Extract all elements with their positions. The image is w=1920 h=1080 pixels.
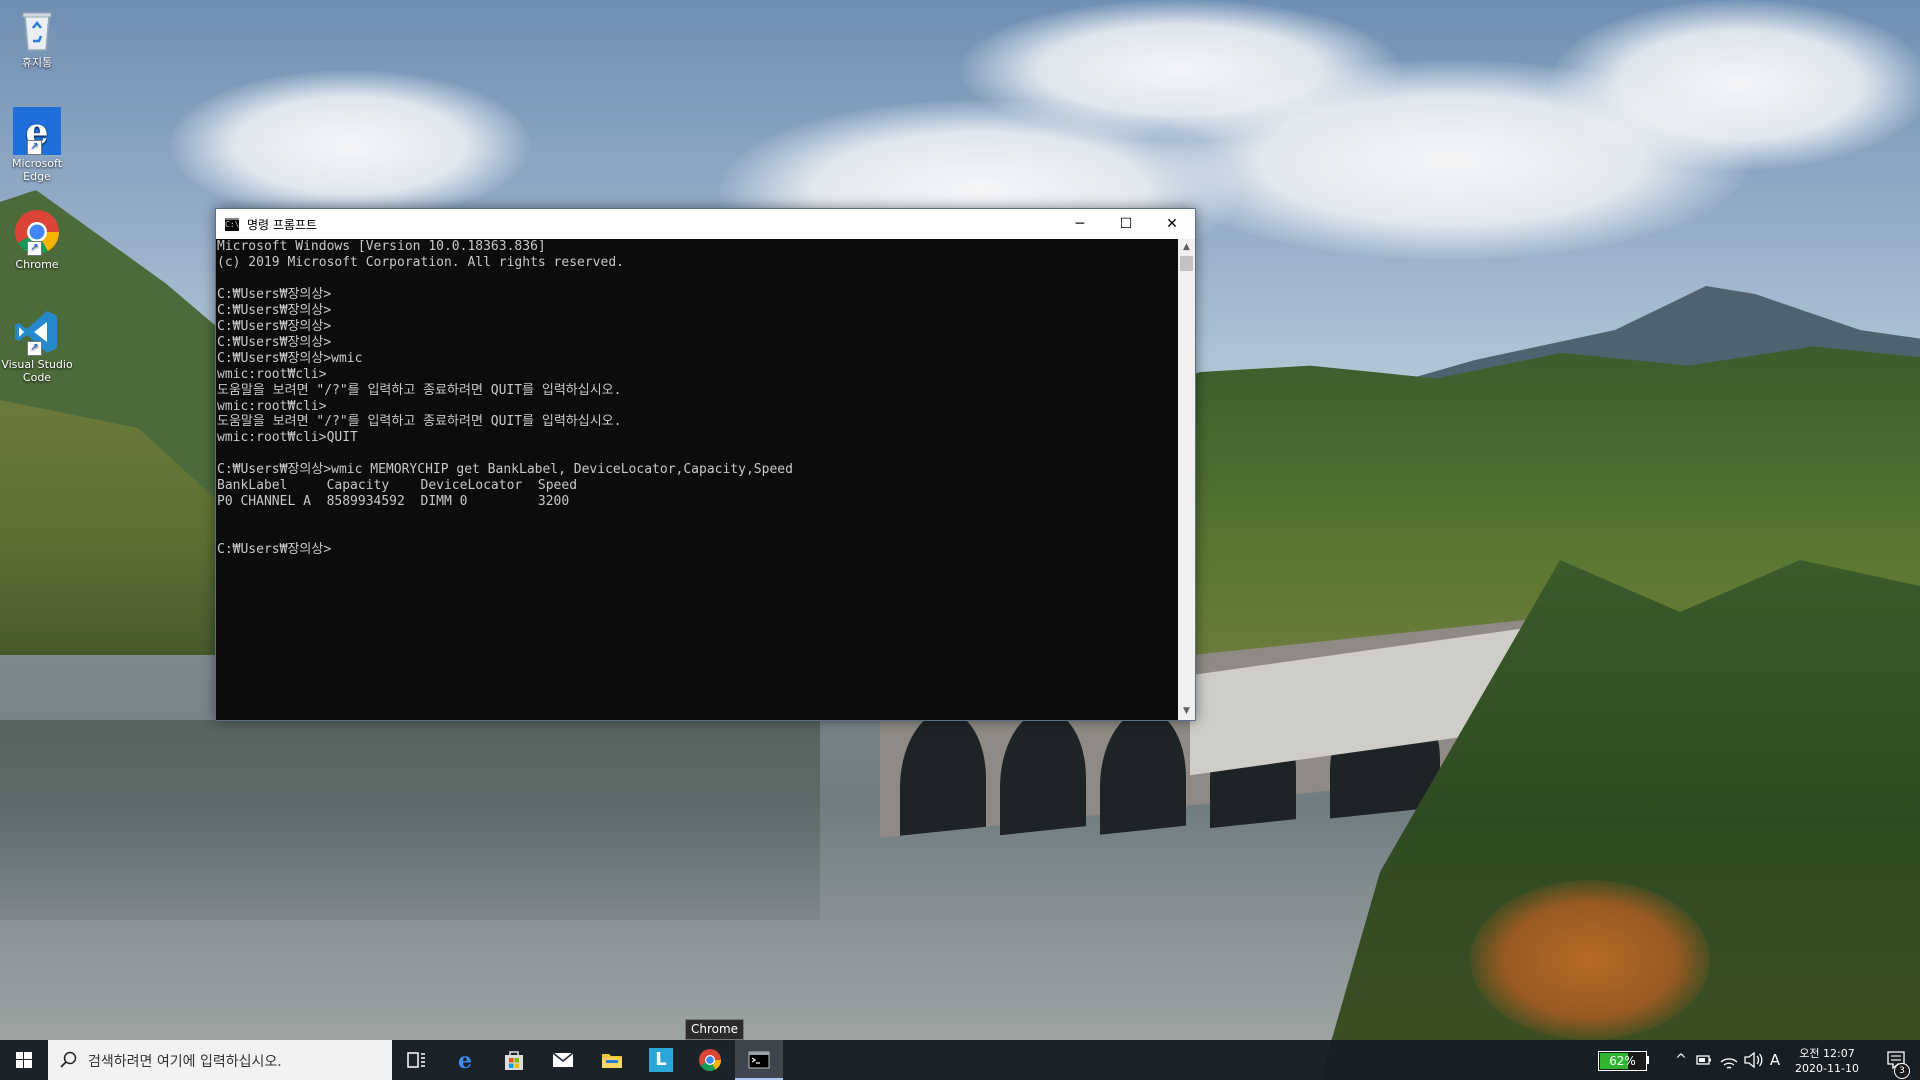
taskbar-file-explorer[interactable]	[588, 1040, 636, 1080]
taskbar-command-prompt[interactable]	[735, 1040, 783, 1080]
mail-icon	[552, 1052, 574, 1067]
start-button[interactable]	[0, 1040, 48, 1080]
chrome-icon	[699, 1049, 721, 1071]
show-hidden-icons-chevron-icon[interactable]: ^	[1673, 1040, 1689, 1080]
search-placeholder: 검색하려면 여기에 입력하십시오.	[88, 1054, 282, 1070]
bridge-arch	[1000, 706, 1086, 836]
desktop-icon-label: Microsoft Edge	[11, 157, 63, 183]
wallpaper-cloud	[170, 70, 530, 220]
vscode-icon: ↗	[13, 308, 61, 356]
volume-icon[interactable]	[1742, 1040, 1764, 1080]
input-method-indicator[interactable]: A	[1765, 1040, 1785, 1080]
taskbar-mail[interactable]	[539, 1040, 587, 1080]
desktop-icon-label: 휴지통	[21, 56, 53, 69]
bridge-arch	[900, 706, 986, 836]
folder-icon	[602, 1054, 622, 1068]
store-icon	[505, 1051, 523, 1070]
edge-icon: e	[458, 1048, 472, 1072]
taskbar-chrome[interactable]	[686, 1040, 734, 1080]
search-box[interactable]: 검색하려면 여기에 입력하십시오.	[48, 1040, 392, 1080]
windows-logo-icon	[16, 1052, 32, 1068]
wallpaper-autumn-tree	[1470, 880, 1710, 1040]
battery-icon[interactable]	[1694, 1040, 1714, 1080]
search-icon	[60, 1051, 77, 1068]
action-center-button[interactable]: 3	[1876, 1040, 1916, 1080]
shortcut-arrow-icon: ↗	[27, 241, 42, 256]
taskbar-store[interactable]	[490, 1040, 538, 1080]
notification-count-badge: 3	[1894, 1063, 1910, 1079]
cmd-window[interactable]: C:\ 명령 프롬프트 ─ ☐ ✕ Microsoft Windows [Ver…	[215, 208, 1196, 721]
battery-meter[interactable]: 62%	[1598, 1051, 1647, 1071]
recycle-bin-icon	[13, 6, 61, 54]
window-titlebar[interactable]: C:\ 명령 프롬프트 ─ ☐ ✕	[216, 209, 1195, 239]
desktop-icon-label: Chrome	[15, 258, 59, 271]
taskbar-l-app[interactable]: L	[637, 1040, 685, 1080]
edge-icon: e ↗	[13, 107, 61, 155]
wallpaper-cloud	[1550, 0, 1920, 170]
desktop-icon-recycle-bin[interactable]: 휴지통	[0, 6, 74, 69]
shortcut-arrow-icon: ↗	[27, 341, 42, 356]
cmd-icon	[748, 1051, 770, 1069]
clock-time[interactable]: 오전 12:07	[1789, 1045, 1865, 1061]
desktop-icon-chrome[interactable]: ↗ Chrome	[0, 208, 74, 271]
cmd-icon: C:\	[225, 218, 240, 231]
close-button[interactable]: ✕	[1149, 209, 1195, 239]
scrollbar-thumb[interactable]	[1180, 256, 1193, 271]
chrome-icon: ↗	[13, 208, 61, 256]
taskbar-task-view[interactable]	[392, 1040, 440, 1080]
svg-text:e: e	[458, 1048, 472, 1072]
console-text: Microsoft Windows [Version 10.0.18363.83…	[217, 239, 793, 558]
shortcut-arrow-icon: ↗	[27, 140, 42, 155]
minimize-button[interactable]: ─	[1057, 209, 1103, 239]
wallpaper-reflection	[0, 720, 820, 920]
wifi-icon[interactable]	[1718, 1040, 1740, 1080]
chrome-tooltip: Chrome	[685, 1019, 745, 1040]
taskbar-edge[interactable]: e	[441, 1040, 489, 1080]
battery-percent: 62%	[1609, 1054, 1636, 1068]
scroll-up-button[interactable]: ▲	[1178, 239, 1195, 256]
taskbar: 검색하려면 여기에 입력하십시오. e L 62% ^ A 오전 12:07 2…	[0, 1040, 1920, 1080]
desktop-icon-vscode[interactable]: ↗ Visual Studio Code	[0, 308, 74, 384]
battery-tip	[1646, 1056, 1649, 1064]
scroll-down-button[interactable]: ▼	[1178, 703, 1195, 720]
window-title: 명령 프롬프트	[247, 218, 318, 232]
desktop-icon-label: Visual Studio Code	[1, 358, 73, 384]
clock-date[interactable]: 2020-11-10	[1789, 1062, 1865, 1075]
console-output[interactable]: Microsoft Windows [Version 10.0.18363.83…	[216, 239, 1178, 720]
desktop: 휴지통 e ↗ Microsoft Edge ↗ Chrome ↗ Visual…	[0, 0, 1920, 1080]
desktop-icon-edge[interactable]: e ↗ Microsoft Edge	[0, 107, 74, 183]
task-view-icon	[407, 1052, 425, 1068]
maximize-button[interactable]: ☐	[1103, 209, 1149, 239]
wallpaper-cloud	[960, 0, 1400, 140]
bridge-arch	[1100, 705, 1186, 835]
l-app-icon: L	[649, 1048, 673, 1072]
vertical-scrollbar[interactable]: ▲ ▼	[1178, 239, 1195, 720]
